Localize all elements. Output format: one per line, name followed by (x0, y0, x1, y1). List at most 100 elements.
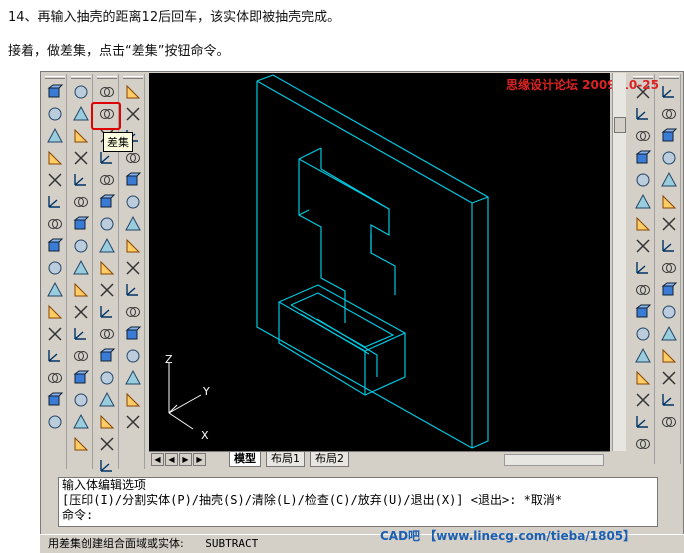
pyramid-icon[interactable] (123, 236, 143, 256)
box-mesh-icon[interactable] (123, 214, 143, 234)
wedge-solid-icon[interactable] (123, 170, 143, 190)
offset-icon[interactable] (659, 148, 679, 168)
trim-icon[interactable] (659, 280, 679, 300)
tab-last-arrow-icon[interactable]: ▶ (193, 453, 206, 466)
revcloud-icon[interactable] (633, 236, 653, 256)
copy-icon[interactable] (659, 104, 679, 124)
rotate-icon[interactable] (659, 214, 679, 234)
tab-first-arrow-icon[interactable]: ◀ (151, 453, 164, 466)
hatch-icon[interactable] (633, 390, 653, 410)
toolbar-grip[interactable] (45, 76, 65, 79)
revsurf-icon[interactable] (123, 346, 143, 366)
region-icon[interactable] (633, 412, 653, 432)
mesh-icon[interactable] (123, 302, 143, 322)
camera-icon[interactable] (71, 324, 91, 344)
tab-model[interactable]: 模型 (229, 452, 261, 467)
ellipse-arc-icon[interactable] (633, 302, 653, 322)
box-solid-icon[interactable] (71, 82, 91, 102)
delete-faces-icon[interactable] (97, 214, 117, 234)
imprint-icon[interactable] (97, 368, 117, 388)
spline-icon[interactable] (633, 258, 653, 278)
ucs-face-icon[interactable] (45, 170, 65, 190)
model-viewport[interactable]: Z Y X (149, 73, 610, 451)
vertical-scrollbar[interactable] (612, 73, 626, 451)
array-icon[interactable] (659, 170, 679, 190)
stretch-icon[interactable] (659, 258, 679, 278)
make-block-icon[interactable] (633, 346, 653, 366)
copy-edges-icon[interactable] (97, 324, 117, 344)
fillet-icon[interactable] (659, 390, 679, 410)
tab-layout2[interactable]: 布局2 (310, 452, 349, 467)
torus-icon[interactable] (123, 192, 143, 212)
mtext-icon[interactable] (633, 434, 653, 454)
3dface-icon[interactable] (123, 324, 143, 344)
toolbar-grip[interactable] (71, 76, 91, 79)
lights-icon[interactable] (71, 434, 91, 454)
shell-icon[interactable] (97, 434, 117, 454)
ucs-zaxis-icon[interactable] (45, 236, 65, 256)
ucs-apply-icon[interactable] (45, 346, 65, 366)
circle-icon[interactable] (633, 214, 653, 234)
scroll-thumb[interactable] (614, 117, 626, 133)
materials-icon[interactable] (71, 412, 91, 432)
interfere-icon[interactable] (71, 214, 91, 234)
ucs-object-icon[interactable] (45, 148, 65, 168)
ellipse-icon[interactable] (633, 280, 653, 300)
move-icon[interactable] (659, 192, 679, 212)
ucs-settings-icon[interactable] (45, 390, 65, 410)
rectangle-icon[interactable] (633, 170, 653, 190)
polygon-icon[interactable] (633, 148, 653, 168)
rulesurf-icon[interactable] (123, 412, 143, 432)
tab-next-arrow-icon[interactable]: ▶ (179, 453, 192, 466)
explode-icon[interactable] (659, 412, 679, 432)
rotate-faces-icon[interactable] (97, 236, 117, 256)
ucs-y-icon[interactable] (45, 302, 65, 322)
section-icon[interactable] (71, 192, 91, 212)
setup-profile-icon[interactable] (71, 280, 91, 300)
arc-icon[interactable] (633, 192, 653, 212)
insert-block-icon[interactable] (633, 324, 653, 344)
color-edges-icon[interactable] (97, 346, 117, 366)
toolbar-grip[interactable] (123, 76, 143, 79)
horizontal-scrollbar[interactable] (504, 454, 604, 466)
box-icon[interactable] (123, 82, 143, 102)
copy-faces-icon[interactable] (97, 280, 117, 300)
revolve-icon[interactable] (71, 148, 91, 168)
color-faces-icon[interactable] (97, 302, 117, 322)
toolbar-grip[interactable] (97, 76, 117, 79)
extrude-icon[interactable] (71, 126, 91, 146)
slice-icon[interactable] (71, 170, 91, 190)
erase-icon[interactable] (659, 82, 679, 102)
ucs-3point-icon[interactable] (45, 258, 65, 278)
named-ucs-icon[interactable] (45, 368, 65, 388)
ucs-world-icon[interactable] (45, 104, 65, 124)
point-icon[interactable] (633, 368, 653, 388)
offset-faces-icon[interactable] (97, 192, 117, 212)
command-line[interactable]: 输入体编辑选项 [压印(I)/分割实体(P)/抽壳(S)/清除(L)/检查(C)… (58, 477, 658, 527)
ucs-z-icon[interactable] (45, 324, 65, 344)
setup-view-icon[interactable] (71, 258, 91, 278)
ucs-x-icon[interactable] (45, 280, 65, 300)
mirror-icon[interactable] (659, 126, 679, 146)
ucs-move-icon[interactable] (45, 412, 65, 432)
union-icon[interactable] (97, 82, 117, 102)
sphere-icon[interactable] (123, 104, 143, 124)
zoom-icon[interactable] (71, 368, 91, 388)
xline-icon[interactable] (633, 104, 653, 124)
taper-faces-icon[interactable] (97, 258, 117, 278)
wedge-icon[interactable] (71, 104, 91, 124)
edgesurf-icon[interactable] (123, 368, 143, 388)
check-icon[interactable] (97, 456, 117, 476)
pline-icon[interactable] (633, 126, 653, 146)
dish-icon[interactable] (123, 280, 143, 300)
move-faces-icon[interactable] (97, 170, 117, 190)
tab-layout1[interactable]: 布局1 (266, 452, 305, 467)
ucs-view-icon[interactable] (45, 192, 65, 212)
command-prompt[interactable]: 命令: (62, 508, 657, 523)
setup-drawing-icon[interactable] (71, 236, 91, 256)
tab-prev-arrow-icon[interactable]: ◀ (165, 453, 178, 466)
chamfer-icon[interactable] (659, 368, 679, 388)
clean-icon[interactable] (97, 390, 117, 410)
ucs-origin-icon[interactable] (45, 214, 65, 234)
ucs-icon[interactable] (45, 82, 65, 102)
